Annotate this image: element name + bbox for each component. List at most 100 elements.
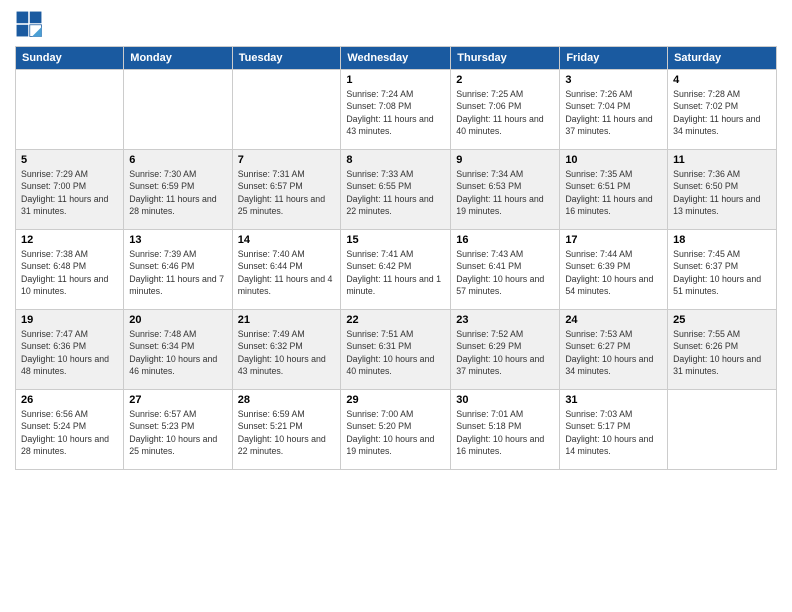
day-number: 4 [673, 74, 771, 86]
day-info: Sunrise: 7:41 AMSunset: 6:42 PMDaylight:… [346, 248, 445, 297]
col-header-saturday: Saturday [668, 47, 777, 70]
calendar-cell: 24Sunrise: 7:53 AMSunset: 6:27 PMDayligh… [560, 310, 668, 390]
col-header-thursday: Thursday [451, 47, 560, 70]
day-number: 28 [238, 394, 336, 406]
day-number: 16 [456, 234, 554, 246]
calendar-cell: 17 Sunrise: 7:44 AMSunset: 6:39 PMDayligh… [560, 230, 668, 310]
day-number: 10 [565, 154, 662, 166]
day-info: Sunrise: 7:30 AMSunset: 6:59 PMDaylight:… [129, 168, 226, 217]
calendar-cell: 7 Sunrise: 7:31 AMSunset: 6:57 PMDaylight… [232, 150, 341, 230]
calendar-cell: 18 Sunrise: 7:45 AMSunset: 6:37 PMDayligh… [668, 230, 777, 310]
day-number: 31 [565, 394, 662, 406]
day-info: Sunrise: 7:31 AMSunset: 6:57 PMDaylight:… [238, 168, 336, 217]
day-info: Sunrise: 7:28 AMSunset: 7:02 PMDaylight:… [673, 88, 771, 137]
day-number: 21 [238, 314, 336, 326]
calendar-cell: 11Sunrise: 7:36 AMSunset: 6:50 PMDayligh… [668, 150, 777, 230]
calendar-cell [124, 70, 232, 150]
calendar-cell: 2Sunrise: 7:25 AMSunset: 7:06 PMDaylight… [451, 70, 560, 150]
col-header-monday: Monday [124, 47, 232, 70]
logo-icon [15, 10, 43, 38]
calendar-cell: 20 Sunrise: 7:48 AMSunset: 6:34 PMDayligh… [124, 310, 232, 390]
day-number: 26 [21, 394, 118, 406]
day-info: Sunrise: 7:43 AMSunset: 6:41 PMDaylight:… [456, 248, 554, 297]
calendar-cell: 10 Sunrise: 7:35 AMSunset: 6:51 PMDayligh… [560, 150, 668, 230]
calendar-cell [16, 70, 124, 150]
calendar-cell: 22 Sunrise: 7:51 AMSunset: 6:31 PMDayligh… [341, 310, 451, 390]
calendar-cell: 29 Sunrise: 7:00 AMSunset: 5:20 PMDayligh… [341, 390, 451, 470]
calendar-cell: 19 Sunrise: 7:47 AMSunset: 6:36 PMDayligh… [16, 310, 124, 390]
day-info: Sunrise: 6:57 AMSunset: 5:23 PMDaylight:… [129, 408, 226, 457]
col-header-tuesday: Tuesday [232, 47, 341, 70]
day-info: Sunrise: 7:44 AMSunset: 6:39 PMDaylight:… [565, 248, 662, 297]
col-header-wednesday: Wednesday [341, 47, 451, 70]
day-number: 23 [456, 314, 554, 326]
calendar-cell: 12 Sunrise: 7:38 AMSunset: 6:48 PMDayligh… [16, 230, 124, 310]
day-number: 12 [21, 234, 118, 246]
logo [15, 10, 47, 38]
day-number: 17 [565, 234, 662, 246]
day-info: Sunrise: 7:01 AMSunset: 5:18 PMDaylight:… [456, 408, 554, 457]
calendar-cell: 15 Sunrise: 7:41 AMSunset: 6:42 PMDayligh… [341, 230, 451, 310]
day-info: Sunrise: 6:56 AMSunset: 5:24 PMDaylight:… [21, 408, 118, 457]
day-number: 19 [21, 314, 118, 326]
day-info: Sunrise: 7:40 AMSunset: 6:44 PMDaylight:… [238, 248, 336, 297]
day-info: Sunrise: 7:00 AMSunset: 5:20 PMDaylight:… [346, 408, 445, 457]
day-number: 29 [346, 394, 445, 406]
calendar-cell: 26 Sunrise: 6:56 AMSunset: 5:24 PMDayligh… [16, 390, 124, 470]
day-number: 14 [238, 234, 336, 246]
calendar-cell: 9Sunrise: 7:34 AMSunset: 6:53 PMDaylight… [451, 150, 560, 230]
calendar-cell: 28 Sunrise: 6:59 AMSunset: 5:21 PMDayligh… [232, 390, 341, 470]
day-info: Sunrise: 7:33 AMSunset: 6:55 PMDaylight:… [346, 168, 445, 217]
day-info: Sunrise: 7:29 AMSunset: 7:00 PMDaylight:… [21, 168, 118, 217]
day-info: Sunrise: 7:25 AMSunset: 7:06 PMDaylight:… [456, 88, 554, 137]
day-info: Sunrise: 7:35 AMSunset: 6:51 PMDaylight:… [565, 168, 662, 217]
calendar-cell: 25 Sunrise: 7:55 AMSunset: 6:26 PMDayligh… [668, 310, 777, 390]
calendar-week-4: 19 Sunrise: 7:47 AMSunset: 6:36 PMDayligh… [16, 310, 777, 390]
day-number: 27 [129, 394, 226, 406]
day-info: Sunrise: 6:59 AMSunset: 5:21 PMDaylight:… [238, 408, 336, 457]
day-number: 5 [21, 154, 118, 166]
calendar-cell: 16 Sunrise: 7:43 AMSunset: 6:41 PMDayligh… [451, 230, 560, 310]
col-header-sunday: Sunday [16, 47, 124, 70]
calendar-cell: 3 Sunrise: 7:26 AMSunset: 7:04 PMDaylight… [560, 70, 668, 150]
day-info: Sunrise: 7:38 AMSunset: 6:48 PMDaylight:… [21, 248, 118, 297]
day-info: Sunrise: 7:26 AMSunset: 7:04 PMDaylight:… [565, 88, 662, 137]
calendar-cell: 27 Sunrise: 6:57 AMSunset: 5:23 PMDayligh… [124, 390, 232, 470]
day-info: Sunrise: 7:03 AMSunset: 5:17 PMDaylight:… [565, 408, 662, 457]
day-info: Sunrise: 7:48 AMSunset: 6:34 PMDaylight:… [129, 328, 226, 377]
calendar-week-5: 26 Sunrise: 6:56 AMSunset: 5:24 PMDayligh… [16, 390, 777, 470]
calendar-cell: 30 Sunrise: 7:01 AMSunset: 5:18 PMDayligh… [451, 390, 560, 470]
day-number: 25 [673, 314, 771, 326]
day-number: 3 [565, 74, 662, 86]
day-number: 22 [346, 314, 445, 326]
day-number: 8 [346, 154, 445, 166]
calendar-cell [232, 70, 341, 150]
calendar-table: SundayMondayTuesdayWednesdayThursdayFrid… [15, 46, 777, 470]
calendar-cell: 1 Sunrise: 7:24 AMSunset: 7:08 PMDaylight… [341, 70, 451, 150]
day-number: 11 [673, 154, 771, 166]
day-number: 15 [346, 234, 445, 246]
day-number: 20 [129, 314, 226, 326]
calendar-week-2: 5 Sunrise: 7:29 AMSunset: 7:00 PMDaylight… [16, 150, 777, 230]
day-info: Sunrise: 7:47 AMSunset: 6:36 PMDaylight:… [21, 328, 118, 377]
day-info: Sunrise: 7:34 AMSunset: 6:53 PMDaylight:… [456, 168, 554, 217]
calendar-week-3: 12 Sunrise: 7:38 AMSunset: 6:48 PMDayligh… [16, 230, 777, 310]
calendar-cell: 13 Sunrise: 7:39 AMSunset: 6:46 PMDayligh… [124, 230, 232, 310]
day-info: Sunrise: 7:49 AMSunset: 6:32 PMDaylight:… [238, 328, 336, 377]
day-number: 13 [129, 234, 226, 246]
day-info: Sunrise: 7:39 AMSunset: 6:46 PMDaylight:… [129, 248, 226, 297]
day-info: Sunrise: 7:51 AMSunset: 6:31 PMDaylight:… [346, 328, 445, 377]
day-number: 24 [565, 314, 662, 326]
calendar-cell: 8 Sunrise: 7:33 AMSunset: 6:55 PMDaylight… [341, 150, 451, 230]
day-info: Sunrise: 7:55 AMSunset: 6:26 PMDaylight:… [673, 328, 771, 377]
day-number: 1 [346, 74, 445, 86]
day-number: 7 [238, 154, 336, 166]
day-number: 30 [456, 394, 554, 406]
calendar-week-1: 1 Sunrise: 7:24 AMSunset: 7:08 PMDaylight… [16, 70, 777, 150]
day-info: Sunrise: 7:45 AMSunset: 6:37 PMDaylight:… [673, 248, 771, 297]
day-number: 18 [673, 234, 771, 246]
day-info: Sunrise: 7:52 AMSunset: 6:29 PMDaylight:… [456, 328, 554, 377]
calendar-cell: 21 Sunrise: 7:49 AMSunset: 6:32 PMDayligh… [232, 310, 341, 390]
day-info: Sunrise: 7:24 AMSunset: 7:08 PMDaylight:… [346, 88, 445, 137]
calendar-cell: 6Sunrise: 7:30 AMSunset: 6:59 PMDaylight… [124, 150, 232, 230]
